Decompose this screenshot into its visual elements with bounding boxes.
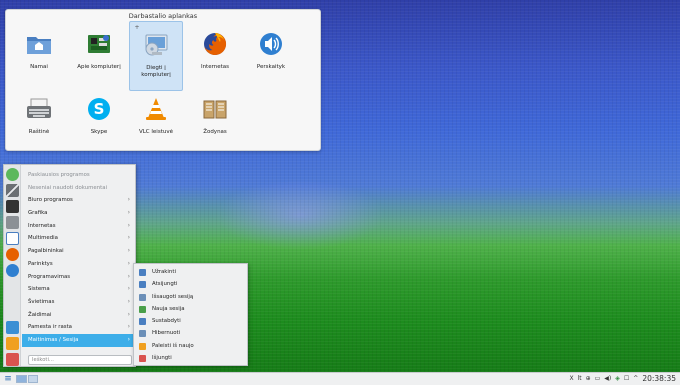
scissors-icon[interactable]: X xyxy=(569,373,573,385)
skype-icon: S xyxy=(85,95,113,123)
desktop-icon-home[interactable]: Namai xyxy=(14,23,64,85)
speaker-icon xyxy=(257,30,285,58)
restart-icon xyxy=(139,342,146,350)
selection-marker-icon: + xyxy=(134,24,140,31)
session-item-new-session[interactable]: Nauja sesija xyxy=(134,303,247,315)
shield-icon[interactable]: ◈ xyxy=(615,373,620,385)
menu-item-settings[interactable]: Parinktys › xyxy=(22,258,135,271)
chevron-right-icon: › xyxy=(127,335,130,343)
menu-item-multimedia[interactable]: Multimedia › xyxy=(22,232,135,245)
chevron-right-icon: › xyxy=(127,221,130,229)
document-icon[interactable] xyxy=(6,232,19,245)
desktop-icon-skype[interactable]: S Skype xyxy=(74,88,124,150)
menu-item-power-session[interactable]: Maitinimas / Sesija › xyxy=(22,333,135,347)
power-icon[interactable] xyxy=(6,353,19,366)
suspend-icon xyxy=(139,318,146,326)
kde-menu-icon: ≡ xyxy=(4,374,12,384)
session-item-hibernate[interactable]: Hibernuoti xyxy=(134,327,247,339)
chevron-right-icon: › xyxy=(127,196,130,204)
desktop-icon-install[interactable]: + Diegti į kompiuterį xyxy=(129,21,183,91)
package-icon[interactable] xyxy=(6,337,19,350)
chevron-right-icon: › xyxy=(127,285,130,293)
menu-item-utilities[interactable]: Pagalbininkai › xyxy=(22,245,135,258)
virtual-desktop-pager[interactable] xyxy=(16,375,38,383)
chevron-right-icon: › xyxy=(127,234,130,242)
desktop-icon-about-computer[interactable]: Apie kompiuterį xyxy=(74,23,124,85)
pager-desktop-2[interactable] xyxy=(27,375,38,383)
application-launcher-button[interactable]: ≡ xyxy=(3,374,13,384)
shutdown-icon xyxy=(139,355,146,363)
expand-tray-icon[interactable]: ^ xyxy=(633,373,638,385)
desktop-icon-internet[interactable]: Internetas xyxy=(190,23,240,85)
svg-text:S: S xyxy=(94,100,105,118)
typewriter-icon xyxy=(25,95,53,123)
notifications-icon[interactable]: ☐ xyxy=(624,373,629,385)
menu-item-development[interactable]: Programavimas › xyxy=(22,271,135,284)
firefox-icon[interactable] xyxy=(6,248,19,261)
session-submenu: Užrakinti Atsijungti Išsaugoti sesiją Na… xyxy=(133,263,248,366)
logout-icon xyxy=(139,281,146,289)
menu-search-input[interactable]: Ieškoti... xyxy=(28,355,132,365)
desktop-icon-office[interactable]: Raštinė xyxy=(14,88,64,150)
menu-item-graphics[interactable]: Grafika › xyxy=(22,207,135,220)
install-disc-icon xyxy=(142,31,170,59)
session-item-lock[interactable]: Užrakinti xyxy=(134,266,247,278)
chevron-right-icon: › xyxy=(127,297,130,305)
menu-item-education[interactable]: Švietimas › xyxy=(22,296,135,309)
menu-item-internet[interactable]: Internetas › xyxy=(22,220,135,233)
chevron-right-icon: › xyxy=(127,247,130,255)
taskbar: ≡ X lt ⊕ ▭ ◀) ◈ ☐ ^ 20:38:35 xyxy=(0,372,680,385)
chevron-right-icon: › xyxy=(127,259,130,267)
new-session-icon xyxy=(139,305,146,313)
menu-item-games[interactable]: Žaidimai › xyxy=(22,309,135,322)
menu-item-lost-found[interactable]: Pamesta ir rasta › xyxy=(22,321,135,334)
chevron-right-icon: › xyxy=(127,272,130,280)
chevron-right-icon: › xyxy=(127,310,130,318)
pager-desktop-1[interactable] xyxy=(16,375,27,383)
menu-category-list: Paskiausios programos Neseniai naudoti d… xyxy=(22,169,135,347)
firefox-icon xyxy=(201,30,229,58)
menu-item-recent-docs[interactable]: Neseniai naudoti dokumentai xyxy=(22,182,135,195)
chevron-right-icon: › xyxy=(127,323,130,331)
application-menu: Paskiausios programos Neseniai naudoti d… xyxy=(3,164,136,367)
book-icon xyxy=(201,95,229,123)
folder-view-widget: Darbastalio aplankas Namai Apie kompiute… xyxy=(5,9,321,151)
volume-icon[interactable]: ◀) xyxy=(604,373,611,385)
tools-icon[interactable] xyxy=(6,184,19,197)
menu-item-office[interactable]: Biuro programos › xyxy=(22,194,135,207)
folder-view-title: Darbastalio aplankas xyxy=(128,12,198,20)
session-item-save-session[interactable]: Išsaugoti sesiją xyxy=(134,291,247,303)
desktop-icon-read-aloud[interactable]: Perskaityk xyxy=(246,23,296,85)
download-icon[interactable] xyxy=(6,321,19,334)
menu-item-system[interactable]: Sistema › xyxy=(22,283,135,296)
lock-icon xyxy=(139,269,146,276)
clock[interactable]: 20:38:35 xyxy=(642,373,676,385)
recent-arrow-icon[interactable] xyxy=(6,168,19,181)
chevron-right-icon: › xyxy=(127,209,130,217)
session-item-restart[interactable]: Paleisti iš naujo xyxy=(134,340,247,352)
terminal-icon[interactable] xyxy=(6,200,19,213)
session-item-suspend[interactable]: Sustabdyti xyxy=(134,315,247,327)
menu-item-recent-apps[interactable]: Paskiausios programos xyxy=(22,169,135,182)
save-session-icon xyxy=(139,293,146,301)
settings-icon[interactable] xyxy=(6,216,19,229)
storage-icon[interactable]: ▭ xyxy=(595,373,601,385)
session-item-logout[interactable]: Atsijungti xyxy=(134,278,247,290)
desktop-icon-dictionary[interactable]: Žodynas xyxy=(190,88,240,150)
speaker-icon[interactable] xyxy=(6,264,19,277)
home-folder-icon xyxy=(25,30,53,58)
hibernate-icon xyxy=(139,330,146,338)
system-tray: X lt ⊕ ▭ ◀) ◈ ☐ ^ 20:38:35 xyxy=(569,373,676,385)
computer-board-icon xyxy=(85,30,113,58)
desktop-icon-vlc[interactable]: VLC leistuvė xyxy=(131,88,181,150)
vlc-cone-icon xyxy=(142,95,170,123)
network-icon[interactable]: ⊕ xyxy=(586,373,591,385)
favorites-column xyxy=(4,165,21,366)
keyboard-layout-icon[interactable]: lt xyxy=(578,373,582,385)
session-item-shutdown[interactable]: Išjungti xyxy=(134,352,247,364)
